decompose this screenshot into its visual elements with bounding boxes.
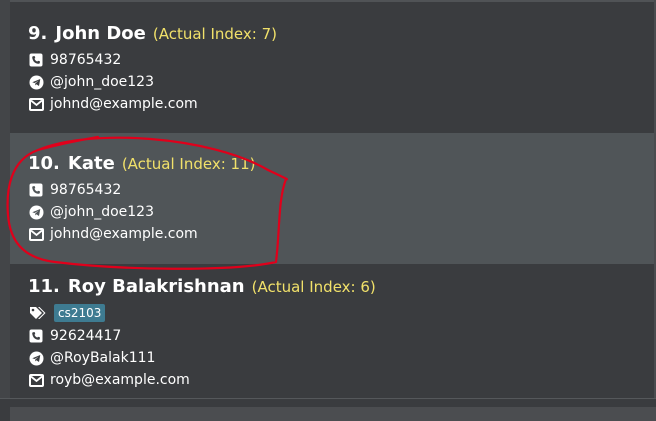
telegram-row: @john_doe123: [28, 202, 154, 222]
person-card-header: 10. Kate (Actual Index: 11): [28, 153, 255, 175]
telegram-icon: [28, 204, 44, 220]
phone-number: 92624417: [50, 328, 122, 344]
person-number: 10.: [28, 153, 60, 174]
telegram-handle: @john_doe123: [50, 204, 154, 220]
phone-row: 98765432: [28, 180, 121, 200]
email-icon: [28, 372, 44, 388]
phone-icon: [28, 182, 44, 198]
telegram-icon: [28, 350, 44, 366]
email-row: royb@example.com: [28, 370, 190, 390]
phone-row: 92624417: [28, 326, 121, 346]
person-card-header: 9. John Doe (Actual Index: 7): [28, 23, 277, 45]
person-number: 9.: [28, 23, 48, 44]
actual-index-label: (Actual Index: 6): [251, 278, 376, 296]
email-address: royb@example.com: [50, 372, 190, 388]
person-name: Kate: [67, 153, 115, 174]
email-icon: [28, 96, 44, 112]
phone-row: 98765432: [28, 50, 121, 70]
email-address: johnd@example.com: [50, 96, 198, 112]
telegram-handle: @john_doe123: [50, 74, 154, 90]
horizontal-scrollbar-thumb[interactable]: [10, 407, 656, 421]
person-card-selected[interactable]: 10. Kate (Actual Index: 11) 98765432 @john…: [10, 133, 656, 264]
actual-index-label: (Actual Index: 7): [152, 25, 277, 43]
list-left-gutter: [0, 0, 10, 421]
telegram-row: @john_doe123: [28, 72, 154, 92]
person-card[interactable]: 11. Roy Balakrishnan (Actual Index: 6) cs2…: [10, 264, 656, 398]
telegram-icon: [28, 74, 44, 90]
person-card[interactable]: 9. John Doe (Actual Index: 7) 98765432 @jo…: [10, 2, 656, 133]
person-card-header: 11. Roy Balakrishnan (Actual Index: 6): [28, 276, 376, 298]
telegram-handle: @RoyBalak111: [50, 350, 156, 366]
tag-icon: [28, 305, 48, 321]
tags-row: cs2103: [28, 303, 106, 323]
person-name: Roy Balakrishnan: [67, 276, 245, 297]
phone-number: 98765432: [50, 52, 122, 68]
person-list-panel: 9. John Doe (Actual Index: 7) 98765432 @jo…: [0, 0, 656, 421]
email-icon: [28, 226, 44, 242]
email-row: johnd@example.com: [28, 224, 198, 244]
actual-index-label: (Actual Index: 11): [121, 155, 256, 173]
phone-number: 98765432: [50, 182, 122, 198]
telegram-row: @RoyBalak111: [28, 348, 155, 368]
person-name: John Doe: [55, 23, 146, 44]
email-address: johnd@example.com: [50, 226, 198, 242]
email-row: johnd@example.com: [28, 94, 198, 114]
phone-icon: [28, 328, 44, 344]
phone-icon: [28, 52, 44, 68]
tag-badge: cs2103: [54, 304, 106, 322]
person-number: 11.: [28, 276, 60, 297]
